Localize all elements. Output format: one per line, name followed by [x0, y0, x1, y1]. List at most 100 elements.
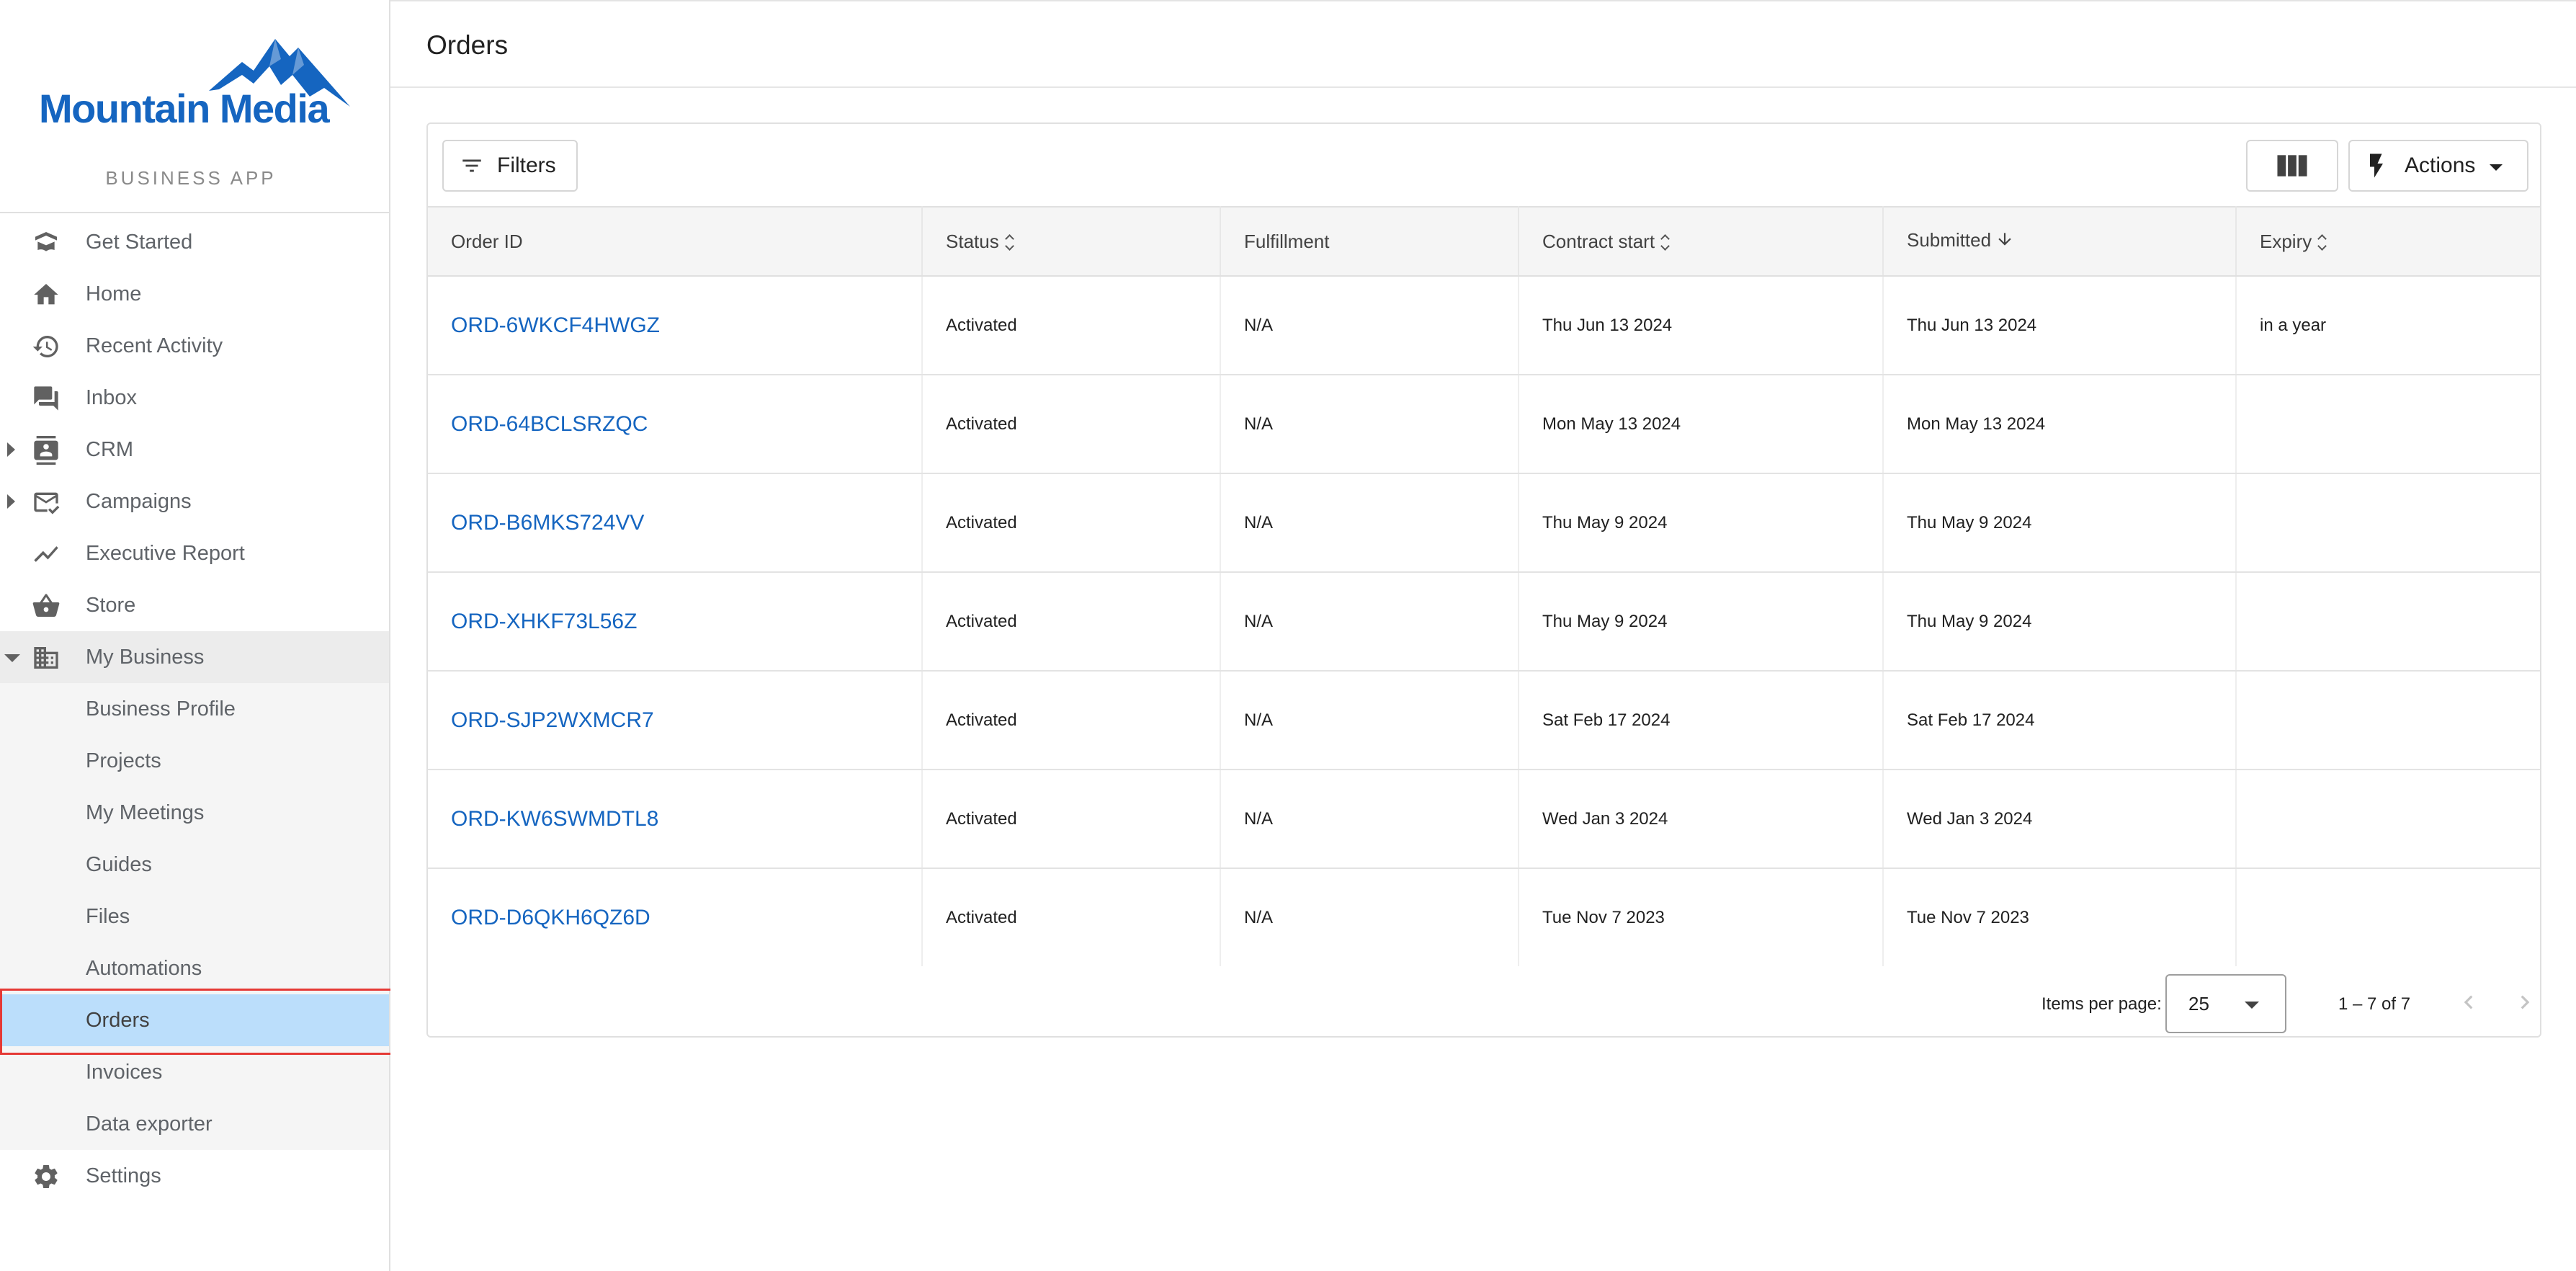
brand-subtitle: BUSINESS APP [105, 167, 277, 189]
column-header-order-id: Order ID [428, 206, 923, 277]
order-id-cell: ORD-KW6SWMDTL8 [428, 770, 923, 869]
sidebar-item-label: Projects [86, 749, 161, 772]
previous-page-button[interactable] [2451, 984, 2487, 1020]
sidebar-item-crm[interactable]: CRM [0, 424, 389, 476]
next-page-button[interactable] [2507, 984, 2543, 1020]
contract-start-cell: Tue Nov 7 2023 [1519, 868, 1884, 966]
expiry-cell [2236, 671, 2540, 770]
order-id-link[interactable]: ORD-XHKF73L56Z [451, 610, 637, 633]
submitted-cell: Tue Nov 7 2023 [1883, 868, 2237, 966]
sort-icon[interactable] [2317, 235, 2327, 251]
order-id-link[interactable]: ORD-D6QKH6QZ6D [451, 906, 650, 929]
sidebar-item-label: Files [86, 904, 130, 928]
sort-icon[interactable] [1005, 235, 1015, 251]
orders-table: Order ID Status Fulfillment Contract sta… [428, 206, 2540, 966]
status-cell: Activated [922, 375, 1221, 474]
order-id-link[interactable]: ORD-SJP2WXMCR7 [451, 708, 654, 732]
building-icon [32, 647, 61, 669]
filters-button[interactable]: Filters [442, 140, 578, 192]
order-id-cell: ORD-64BCLSRZQC [428, 375, 923, 474]
chevron-left-icon [2464, 995, 2473, 1009]
sort-descending-icon[interactable] [1995, 230, 2014, 254]
table-row: ORD-SJP2WXMCR7 Activated N/A Sat Feb 17 … [428, 671, 2540, 770]
fulfillment-cell: N/A [1220, 276, 1519, 375]
column-header-contract-start[interactable]: Contract start [1519, 206, 1884, 277]
sidebar-item-label: Executive Report [86, 541, 245, 565]
column-settings-button[interactable] [2246, 140, 2338, 192]
sort-icon[interactable] [1660, 235, 1671, 251]
contract-start-cell: Thu Jun 13 2024 [1519, 276, 1884, 375]
expiry-cell [2236, 572, 2540, 672]
sidebar-item-label: Get Started [86, 230, 193, 254]
order-id-link[interactable]: ORD-B6MKS724VV [451, 511, 644, 535]
sidebar-item-automations[interactable]: Automations [0, 942, 389, 994]
expand-caret-icon[interactable] [7, 442, 15, 457]
sidebar-item-label: Recent Activity [86, 334, 223, 357]
sidebar-item-recent-activity[interactable]: Recent Activity [0, 320, 389, 372]
sidebar-item-campaigns[interactable]: Campaigns [0, 476, 389, 527]
sidebar-item-label: My Business [86, 645, 205, 669]
collapse-caret-icon[interactable] [4, 654, 20, 662]
basket-icon [32, 594, 61, 617]
column-header-label: Status [946, 230, 999, 252]
view-column-icon [2277, 155, 2307, 177]
table-header-row: Order ID Status Fulfillment Contract sta… [428, 206, 2540, 277]
expand-caret-icon[interactable] [7, 494, 15, 509]
sidebar-item-my-business[interactable]: My Business [0, 631, 389, 683]
sidebar-item-label: Campaigns [86, 489, 192, 513]
column-header-submitted[interactable]: Submitted [1883, 206, 2237, 277]
expiry-cell [2236, 770, 2540, 869]
sidebar-item-get-started[interactable]: Get Started [0, 216, 389, 268]
column-header-label: Contract start [1542, 230, 1655, 252]
history-icon [32, 336, 61, 357]
sidebar-item-label: Inbox [86, 385, 137, 409]
column-header-label: Fulfillment [1244, 230, 1330, 252]
sidebar-item-data-exporter[interactable]: Data exporter [0, 1098, 389, 1150]
flash-icon [2370, 153, 2383, 178]
main-content: Orders Filters Actions Order ID Status F… [390, 0, 2576, 1271]
actions-button-label: Actions [2405, 153, 2476, 177]
table-row: ORD-D6QKH6QZ6D Activated N/A Tue Nov 7 2… [428, 868, 2540, 966]
column-header-fulfillment: Fulfillment [1220, 206, 1519, 277]
sidebar-item-executive-report[interactable]: Executive Report [0, 527, 389, 579]
column-header-status[interactable]: Status [922, 206, 1221, 277]
items-per-page-select[interactable]: 25 [2165, 974, 2286, 1033]
order-id-link[interactable]: ORD-6WKCF4HWGZ [451, 313, 660, 337]
order-id-cell: ORD-SJP2WXMCR7 [428, 671, 923, 770]
trending-icon [32, 543, 61, 565]
chevron-right-icon [2521, 995, 2530, 1009]
sidebar-item-label: Settings [86, 1164, 161, 1187]
sidebar-item-label: Data exporter [86, 1112, 213, 1136]
column-header-expiry[interactable]: Expiry [2236, 206, 2540, 277]
status-cell: Activated [922, 868, 1221, 966]
fulfillment-cell: N/A [1220, 572, 1519, 672]
contacts-icon [32, 436, 61, 465]
order-id-link[interactable]: ORD-64BCLSRZQC [451, 412, 648, 436]
sidebar-item-business-profile[interactable]: Business Profile [0, 683, 389, 735]
sidebar-item-store[interactable]: Store [0, 579, 389, 631]
sidebar-item-settings[interactable]: Settings [0, 1150, 389, 1202]
table-row: ORD-64BCLSRZQC Activated N/A Mon May 13 … [428, 375, 2540, 474]
sidebar-item-home[interactable]: Home [0, 268, 389, 320]
sidebar-item-my-meetings[interactable]: My Meetings [0, 787, 389, 839]
order-id-link[interactable]: ORD-KW6SWMDTL8 [451, 807, 658, 831]
paginator: Items per page: 25 1 – 7 of 7 [428, 968, 2540, 1038]
sidebar-item-label: CRM [86, 437, 134, 461]
sidebar-item-files[interactable]: Files [0, 891, 389, 942]
items-per-page-value: 25 [2188, 992, 2209, 1014]
sidebar-item-label: Guides [86, 852, 152, 876]
submitted-cell: Sat Feb 17 2024 [1883, 671, 2237, 770]
column-header-label: Expiry [2260, 230, 2312, 252]
sidebar-item-guides[interactable]: Guides [0, 839, 389, 891]
brand-name: Mountain Media [39, 86, 330, 131]
sidebar-item-label: Business Profile [86, 697, 236, 721]
contract-start-cell: Thu May 9 2024 [1519, 572, 1884, 672]
fulfillment-cell: N/A [1220, 671, 1519, 770]
sidebar-item-inbox[interactable]: Inbox [0, 372, 389, 424]
sidebar-item-projects[interactable]: Projects [0, 735, 389, 787]
page-header: Orders [390, 3, 2576, 88]
mail-check-icon [32, 491, 61, 514]
page-range-label: 1 – 7 of 7 [2338, 994, 2411, 1014]
actions-button[interactable]: Actions [2348, 140, 2528, 192]
submitted-cell: Mon May 13 2024 [1883, 375, 2237, 474]
